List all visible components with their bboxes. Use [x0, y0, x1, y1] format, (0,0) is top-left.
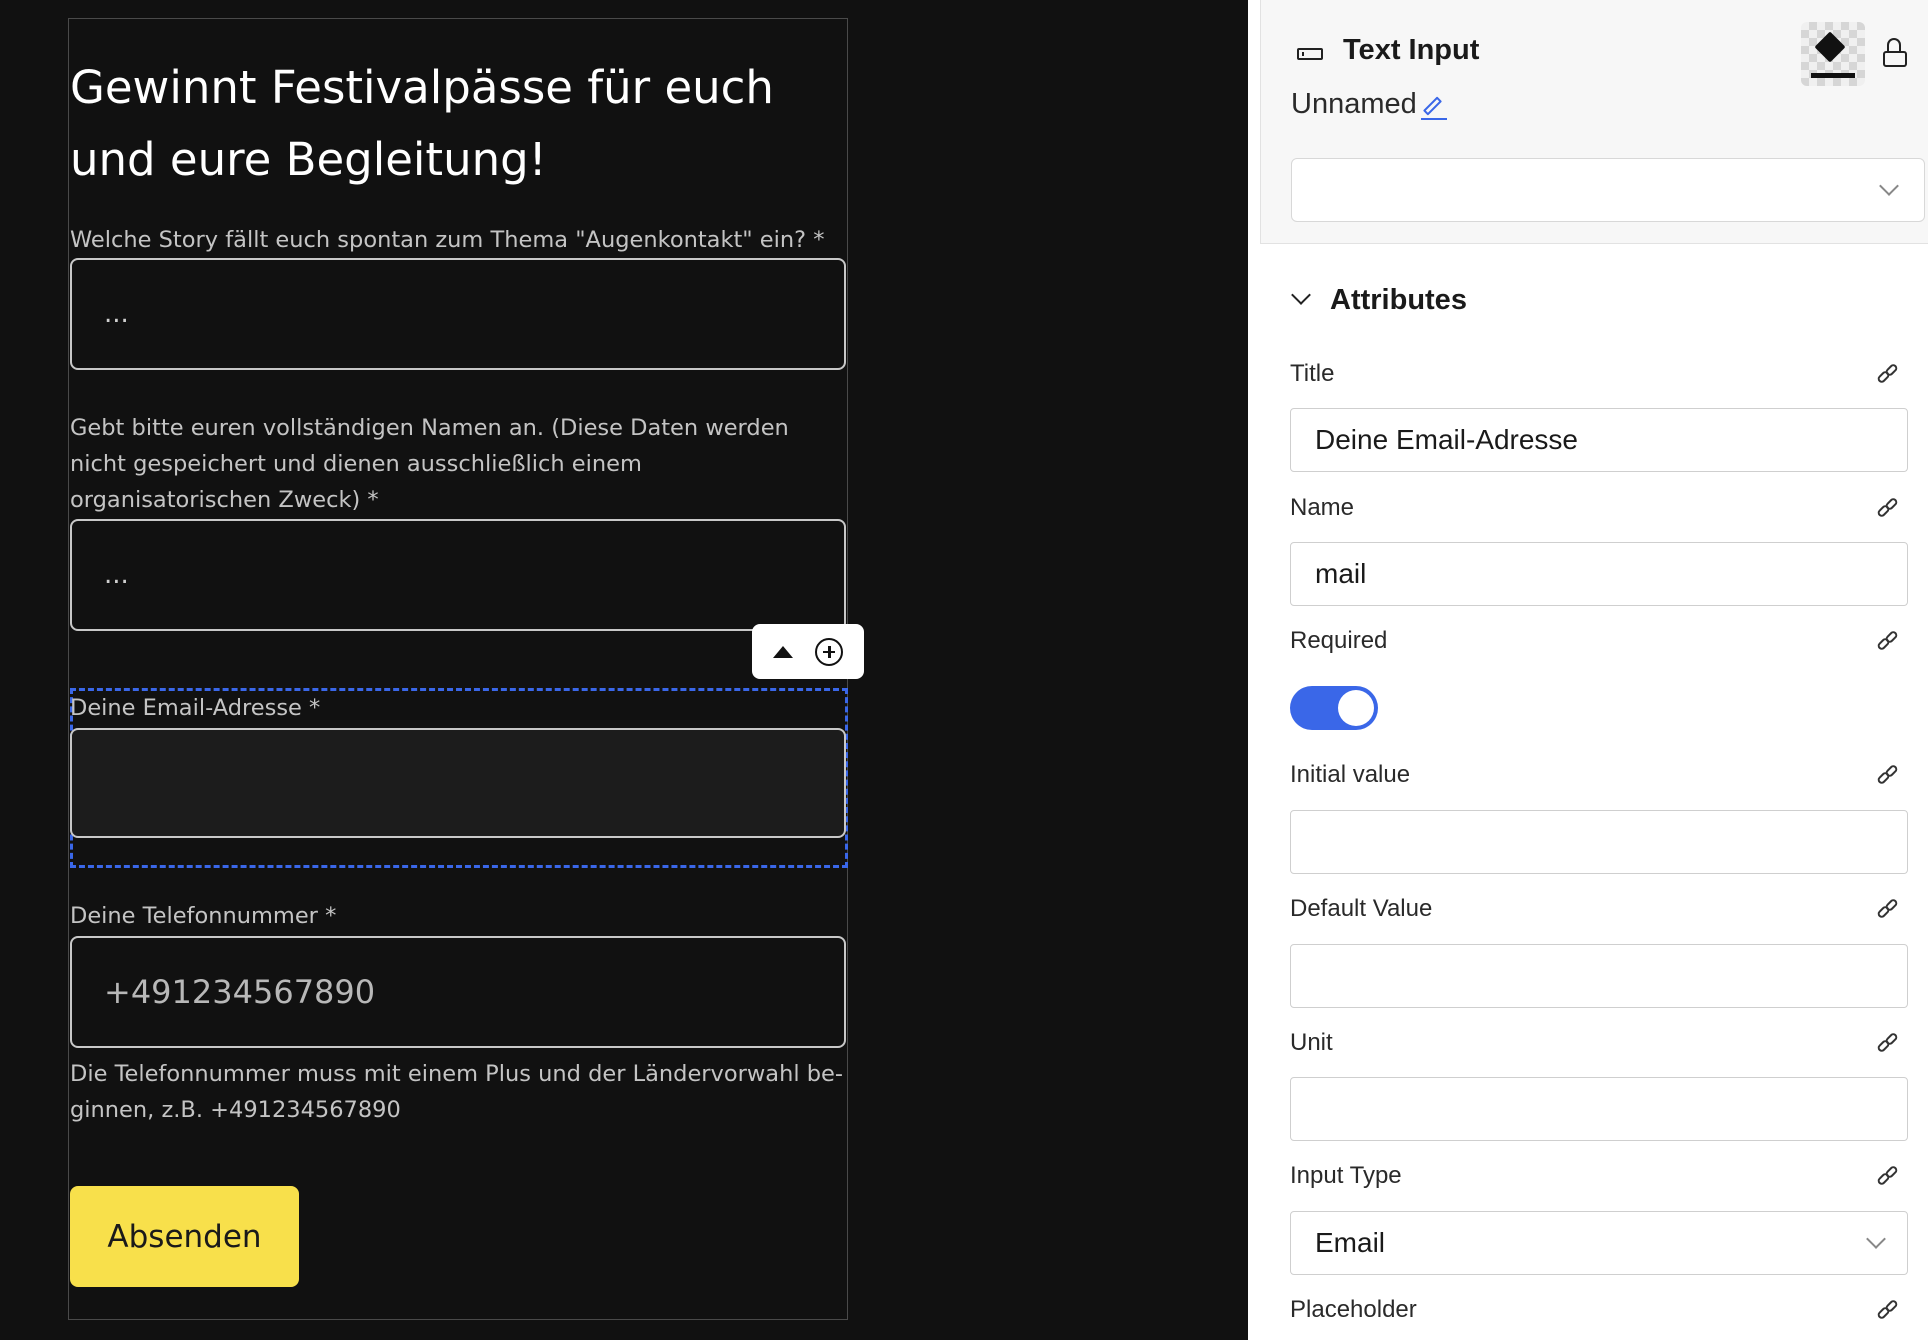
- link-icon[interactable]: [1876, 763, 1900, 787]
- link-icon[interactable]: [1876, 362, 1900, 386]
- text-input-icon: [1297, 48, 1323, 60]
- initial-value-label: Initial value: [1290, 761, 1411, 788]
- name-field-value: mail: [1315, 558, 1367, 589]
- pencil-icon[interactable]: [1421, 94, 1447, 120]
- default-value-field[interactable]: [1290, 944, 1908, 1008]
- link-icon[interactable]: [1876, 897, 1900, 921]
- name-input-placeholder: ...: [104, 560, 129, 590]
- link-icon[interactable]: [1876, 629, 1900, 653]
- arrow-up-icon[interactable]: [773, 645, 793, 658]
- paint-bucket-icon[interactable]: [1801, 22, 1865, 86]
- title-field-value: Deine Email-Adresse: [1315, 424, 1578, 455]
- lock-open-icon[interactable]: [1883, 38, 1907, 68]
- required-label: Required: [1290, 627, 1388, 654]
- name-question-label: Gebt bitte euren vollständigen Namen an.…: [70, 415, 789, 513]
- submit-button[interactable]: Absenden: [70, 1186, 299, 1287]
- story-input[interactable]: ...: [70, 258, 846, 370]
- component-type-title: Text Input: [1343, 34, 1480, 66]
- placeholder-label: Placeholder: [1290, 1296, 1417, 1323]
- link-icon[interactable]: [1876, 1298, 1900, 1322]
- input-type-label: Input Type: [1290, 1162, 1402, 1189]
- name-field[interactable]: mail: [1290, 542, 1908, 606]
- attributes-section-title[interactable]: Attributes: [1288, 284, 1467, 317]
- phone-help-text: Die Telefonnummer muss mit einem Plus un…: [70, 1061, 843, 1123]
- initial-value-field[interactable]: [1290, 810, 1908, 874]
- chevron-down-icon: [1866, 1229, 1886, 1249]
- name-input[interactable]: ...: [70, 519, 846, 631]
- story-input-placeholder: ...: [104, 299, 129, 329]
- title-label: Title: [1290, 360, 1335, 387]
- plus-circle-icon[interactable]: [815, 637, 843, 666]
- title-field[interactable]: Deine Email-Adresse: [1290, 408, 1908, 472]
- phone-input[interactable]: +491234567890: [70, 936, 846, 1048]
- input-type-value: Email: [1315, 1227, 1386, 1258]
- link-icon[interactable]: [1876, 1164, 1900, 1188]
- phone-input-placeholder: +491234567890: [104, 973, 376, 1011]
- email-label: Deine Email-Adresse *: [70, 695, 321, 721]
- form-title[interactable]: Gewinnt Festivalpässe für euch und eure …: [70, 52, 830, 196]
- input-type-select[interactable]: Email: [1290, 1211, 1908, 1275]
- email-input[interactable]: [70, 728, 846, 838]
- variant-select[interactable]: [1291, 158, 1925, 222]
- chevron-down-icon: [1879, 176, 1899, 196]
- name-label: Name: [1290, 494, 1355, 521]
- link-icon[interactable]: [1876, 496, 1900, 520]
- component-header: Text Input Unnamed: [1260, 0, 1928, 244]
- unit-label: Unit: [1290, 1029, 1333, 1056]
- element-mini-toolbar: [752, 624, 864, 679]
- default-value-label: Default Value: [1290, 895, 1433, 922]
- link-icon[interactable]: [1876, 1031, 1900, 1055]
- component-name: Unnamed: [1291, 88, 1417, 120]
- unit-field[interactable]: [1290, 1077, 1908, 1141]
- story-question-label: Welche Story fällt euch spontan zum Them…: [70, 227, 825, 253]
- phone-label: Deine Telefonnummer *: [70, 903, 337, 929]
- required-toggle[interactable]: [1290, 686, 1378, 730]
- editor-canvas: Gewinnt Festivalpässe für euch und eure …: [0, 0, 1248, 1340]
- properties-panel: Text Input Unnamed Attributes Title Dein…: [1248, 0, 1928, 1340]
